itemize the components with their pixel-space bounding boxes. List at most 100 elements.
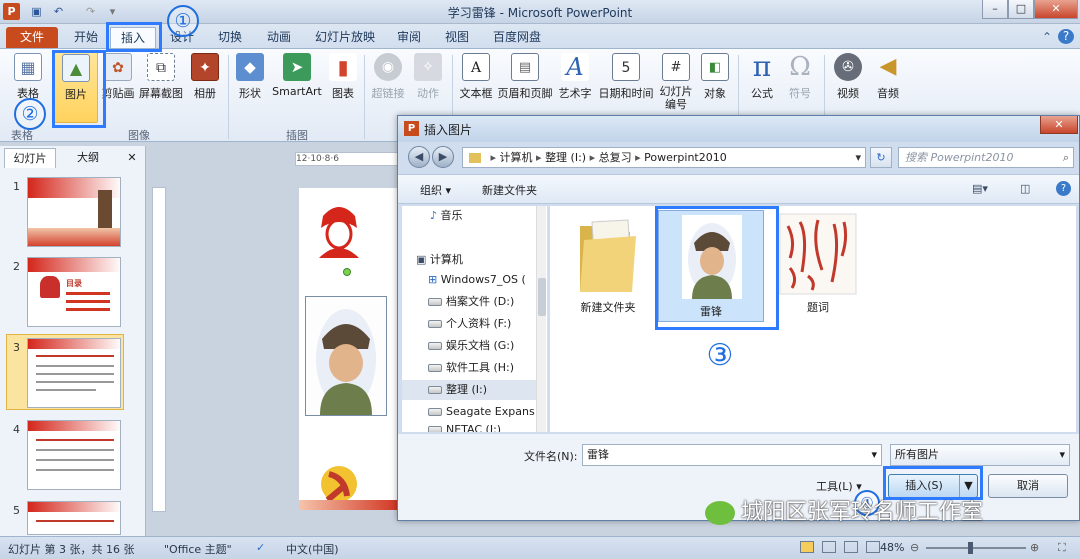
action-button[interactable]: ✧ 动作 bbox=[410, 53, 446, 115]
music-icon: ♪ bbox=[430, 209, 441, 222]
zoom-level[interactable]: 48% bbox=[880, 541, 904, 554]
address-bar[interactable]: ▸ 计算机 ▸ 整理 (I:) ▸ 总复习 ▸ Powerpint2010 ▾ bbox=[462, 147, 866, 168]
equation-button[interactable]: π 公式 bbox=[742, 53, 782, 115]
slide-number-button[interactable]: # 幻灯片 编号 bbox=[656, 53, 696, 115]
thumb-line bbox=[36, 459, 114, 461]
filetype-dropdown-icon[interactable]: ▾ bbox=[1059, 445, 1065, 465]
tab-animations[interactable]: 动画 bbox=[256, 27, 302, 48]
object-button[interactable]: ◧ 对象 bbox=[698, 53, 732, 115]
breadcrumb-folder[interactable]: 总复习 bbox=[599, 151, 632, 164]
nav-item-drive-d[interactable]: 档案文件 (D:) bbox=[402, 292, 538, 312]
folder-icon bbox=[580, 219, 636, 292]
search-input[interactable]: 搜索 Powerpint2010 ⌕ bbox=[898, 147, 1074, 168]
back-button[interactable]: ◀ bbox=[408, 146, 430, 168]
maximize-button[interactable]: □ bbox=[1008, 0, 1034, 19]
reading-view-icon[interactable] bbox=[844, 541, 858, 553]
tab-transitions[interactable]: 切换 bbox=[208, 27, 252, 48]
nav-item-drive-g[interactable]: 娱乐文档 (G:) bbox=[402, 336, 538, 356]
file-item-inscription[interactable]: 题词 bbox=[778, 212, 858, 316]
close-window-button[interactable]: ✕ bbox=[1034, 0, 1078, 19]
fit-to-window-icon[interactable]: ⛶ bbox=[1058, 541, 1066, 555]
filetype-select[interactable]: 所有图片 ▾ bbox=[890, 444, 1070, 466]
help-icon[interactable]: ? bbox=[1058, 29, 1074, 44]
dialog-help-icon[interactable]: ? bbox=[1056, 181, 1071, 196]
photo-album-button[interactable]: ✦ 相册 bbox=[186, 53, 224, 115]
nav-item-music[interactable]: ♪ 音乐 bbox=[402, 206, 538, 226]
zoom-out-icon[interactable]: ⊖ bbox=[910, 541, 919, 554]
nav-item-drive-f[interactable]: 个人资料 (F:) bbox=[402, 314, 538, 334]
refresh-icon[interactable]: ↻ bbox=[870, 147, 892, 168]
organize-button[interactable]: 组织 ▾ bbox=[420, 182, 451, 198]
view-options-icon[interactable]: ▤▾ bbox=[972, 182, 988, 195]
slide-thumbnail-4[interactable] bbox=[27, 420, 121, 490]
tab-slides[interactable]: 幻灯片 bbox=[4, 148, 56, 168]
shapes-button[interactable]: ◆ 形状 bbox=[232, 53, 268, 115]
zoom-slider[interactable] bbox=[926, 547, 1026, 549]
zoom-slider-thumb[interactable] bbox=[968, 542, 973, 554]
breadcrumb-current[interactable]: Powerpint2010 bbox=[644, 151, 727, 164]
nav-item-netac[interactable]: NETAC (J:) bbox=[402, 420, 538, 432]
thumb-line bbox=[36, 355, 114, 357]
minimize-ribbon-icon[interactable]: ⌃ bbox=[1040, 27, 1054, 48]
slide-thumbnail-5[interactable] bbox=[27, 501, 121, 535]
breadcrumb-drive[interactable]: 整理 (I:) bbox=[545, 151, 586, 164]
audio-button[interactable]: ◀ 音频 bbox=[868, 53, 908, 115]
preview-pane-icon[interactable]: ◫ bbox=[1020, 182, 1030, 195]
date-time-button[interactable]: 5 日期和时间 bbox=[596, 53, 656, 115]
filename-label: 文件名(N): bbox=[524, 450, 578, 463]
wordart-button[interactable]: A 艺术字 bbox=[556, 53, 594, 115]
theme-name[interactable]: "Office 主题" bbox=[164, 541, 232, 557]
hyperlink-button[interactable]: ◉ 超链接 bbox=[368, 53, 408, 115]
ribbon-tab-bar: 文件 开始 插入 设计 切换 动画 幻灯片放映 审阅 视图 百度网盘 ⌃ ? bbox=[0, 24, 1080, 48]
slide-thumbnail-2[interactable]: 目录 bbox=[27, 257, 121, 327]
nav-item-drive-i[interactable]: 整理 (I:) bbox=[402, 380, 538, 400]
forward-button[interactable]: ▶ bbox=[432, 146, 454, 168]
close-pane-icon[interactable]: ✕ bbox=[124, 148, 140, 168]
file-item-new-folder[interactable]: 新建文件夹 bbox=[570, 212, 646, 316]
slide-thumbnail-1[interactable] bbox=[27, 177, 121, 247]
header-footer-button[interactable]: ▤ 页眉和页脚 bbox=[496, 53, 554, 115]
folder-icon bbox=[469, 153, 481, 163]
nav-item-seagate[interactable]: Seagate Expans bbox=[402, 402, 538, 422]
tab-baidu-netdisk[interactable]: 百度网盘 bbox=[484, 27, 550, 48]
selected-picture-frame[interactable] bbox=[305, 296, 387, 416]
title-bar: P ▣ ↶ ↷ ▾ 学习雷锋 - Microsoft PowerPoint – … bbox=[0, 0, 1080, 24]
tab-home[interactable]: 开始 bbox=[64, 27, 108, 48]
dialog-close-button[interactable]: ✕ bbox=[1040, 116, 1078, 134]
tab-outline[interactable]: 大纲 bbox=[62, 148, 114, 168]
textbox-button[interactable]: A 文本框 bbox=[456, 53, 496, 115]
address-dropdown-icon[interactable]: ▾ bbox=[855, 148, 861, 167]
slideshow-view-icon[interactable] bbox=[866, 541, 880, 553]
screenshot-button[interactable]: ⧉ 屏幕截图 bbox=[138, 53, 184, 115]
tab-file[interactable]: 文件 bbox=[6, 27, 58, 48]
chart-button[interactable]: ▮ 图表 bbox=[326, 53, 360, 115]
smartart-button[interactable]: ➤ SmartArt bbox=[270, 53, 324, 115]
slide-sorter-icon[interactable] bbox=[822, 541, 836, 553]
normal-view-icon[interactable] bbox=[800, 541, 814, 553]
language-indicator[interactable]: 中文(中国) bbox=[286, 541, 339, 557]
tab-view[interactable]: 视图 bbox=[434, 27, 480, 48]
rotate-handle[interactable] bbox=[343, 268, 351, 276]
spellcheck-icon[interactable]: ✓ bbox=[256, 541, 265, 554]
tools-button[interactable]: 工具(L) ▾ bbox=[816, 478, 862, 494]
tab-slideshow[interactable]: 幻灯片放映 bbox=[306, 27, 384, 48]
tab-review[interactable]: 审阅 bbox=[388, 27, 430, 48]
filename-input[interactable]: 雷锋 ▾ bbox=[582, 444, 882, 466]
breadcrumb-computer[interactable]: 计算机 bbox=[500, 151, 533, 164]
file-list-pane: 新建文件夹 雷锋 题词 bbox=[550, 206, 1076, 432]
minimize-button[interactable]: – bbox=[982, 0, 1008, 19]
filename-dropdown-icon[interactable]: ▾ bbox=[871, 445, 877, 465]
nav-item-drive-h[interactable]: 软件工具 (H:) bbox=[402, 358, 538, 378]
step-marker-3: ③ bbox=[706, 338, 734, 373]
symbol-button[interactable]: Ω 符号 bbox=[782, 53, 818, 115]
slide-number-icon: # bbox=[662, 53, 690, 81]
new-folder-button[interactable]: 新建文件夹 bbox=[482, 182, 537, 198]
nav-item-computer[interactable]: ▣ 计算机 bbox=[402, 250, 538, 270]
nav-scrollbar[interactable] bbox=[536, 206, 546, 432]
zoom-in-icon[interactable]: ⊕ bbox=[1030, 541, 1039, 554]
nav-scrollbar-thumb[interactable] bbox=[538, 278, 546, 316]
video-button[interactable]: ✇ 视频 bbox=[828, 53, 868, 115]
slide-thumbnail-3[interactable] bbox=[27, 338, 121, 408]
current-slide[interactable] bbox=[299, 188, 400, 510]
nav-item-drive-c[interactable]: ⊞ Windows7_OS ( bbox=[402, 270, 538, 290]
